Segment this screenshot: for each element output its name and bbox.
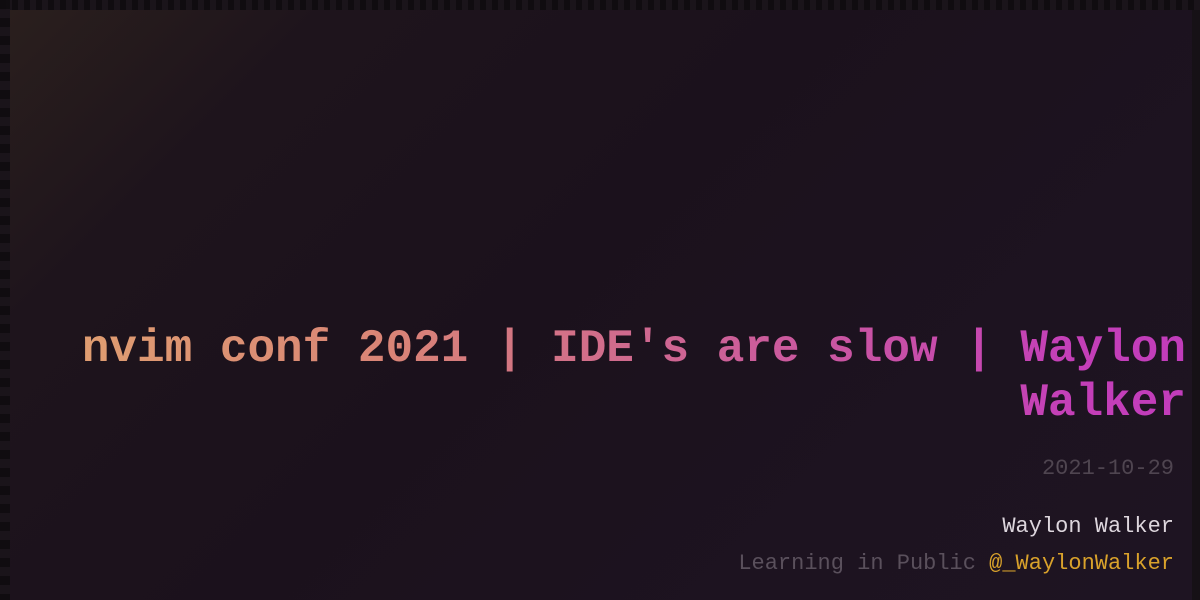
top-border-pattern [0,0,1200,10]
twitter-handle-link[interactable]: @_WaylonWalker [989,551,1174,576]
author-name: Waylon Walker [1002,514,1174,539]
card-background [10,10,1192,600]
tagline: Learning in Public @_WaylonWalker [738,551,1174,576]
tagline-text: Learning in Public [738,551,976,576]
post-date: 2021-10-29 [1041,456,1174,481]
post-title: nvim conf 2021 | IDE's are slow | Waylon… [46,322,1186,430]
left-border-pattern [0,0,10,600]
social-card: nvim conf 2021 | IDE's are slow | Waylon… [0,0,1200,600]
